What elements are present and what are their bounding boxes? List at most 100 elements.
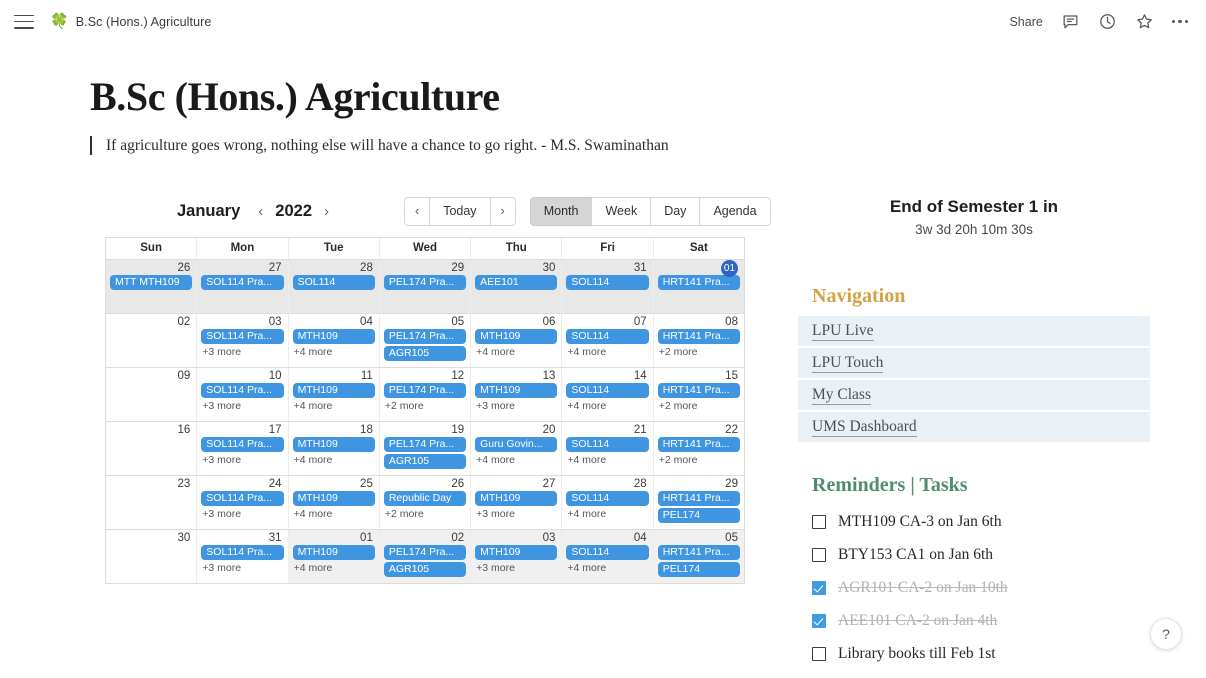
calendar-event-chip[interactable]: PEL174 bbox=[657, 508, 740, 524]
task-checkbox[interactable] bbox=[812, 613, 826, 628]
calendar-day-cell[interactable]: 24 SOL114 Pra... +3 more bbox=[197, 476, 289, 530]
more-events-link[interactable]: +3 more bbox=[201, 454, 283, 466]
calendar-day-cell[interactable]: 05 HRT141 Pra... PEL174 bbox=[653, 530, 744, 584]
calendar-event-chip[interactable]: HRT141 Pra... bbox=[657, 437, 740, 453]
calendar-event-chip[interactable]: MTH109 bbox=[475, 491, 558, 507]
calendar-day-cell[interactable]: 01 MTH109 +4 more bbox=[288, 530, 380, 584]
task-item[interactable]: BTY153 CA1 on Jan 6th bbox=[812, 538, 1150, 571]
more-events-link[interactable]: +3 more bbox=[475, 400, 557, 412]
calendar-event-chip[interactable]: MTH109 bbox=[475, 545, 558, 561]
more-events-link[interactable]: +4 more bbox=[293, 562, 375, 574]
share-button[interactable]: Share bbox=[1009, 15, 1042, 29]
site-title[interactable]: B.Sc (Hons.) Agriculture bbox=[76, 15, 212, 29]
task-checkbox[interactable] bbox=[812, 547, 826, 562]
calendar-event-chip[interactable]: HRT141 Pra... bbox=[657, 275, 740, 291]
calendar-day-cell[interactable]: 20 Guru Govin... +4 more bbox=[471, 422, 563, 476]
calendar-day-cell[interactable]: 11 MTH109 +4 more bbox=[289, 368, 380, 422]
calendar-event-chip[interactable]: PEL174 Pra... bbox=[383, 275, 467, 291]
calendar-event-chip[interactable]: HRT141 Pra... bbox=[657, 545, 740, 561]
task-checkbox[interactable] bbox=[812, 580, 826, 595]
calendar-day-cell[interactable]: 03 MTH109 +3 more bbox=[471, 530, 563, 584]
task-item[interactable]: AGR101 CA-2 on Jan 10th bbox=[812, 571, 1150, 604]
more-horizontal-icon[interactable] bbox=[1171, 19, 1188, 24]
more-events-link[interactable]: +3 more bbox=[475, 562, 557, 574]
calendar-event-chip[interactable]: SOL114 bbox=[566, 437, 649, 453]
calendar-day-cell[interactable]: 30 bbox=[106, 530, 198, 584]
hamburger-icon[interactable] bbox=[14, 14, 34, 29]
task-checkbox[interactable] bbox=[812, 514, 826, 529]
more-events-link[interactable]: +2 more bbox=[384, 508, 466, 520]
calendar-event-chip[interactable]: PEL174 Pra... bbox=[383, 545, 467, 561]
calendar-event-chip[interactable]: HRT141 Pra... bbox=[657, 383, 740, 399]
calendar-day-cell[interactable]: 03 SOL114 Pra... +3 more bbox=[197, 314, 289, 368]
calendar-day-cell[interactable]: 31 SOL114 Pra... +3 more bbox=[197, 530, 289, 584]
calendar-event-chip[interactable]: MTH109 bbox=[475, 383, 558, 399]
calendar-day-cell[interactable]: 15 HRT141 Pra... +2 more bbox=[654, 368, 744, 421]
more-events-link[interactable]: +4 more bbox=[475, 454, 557, 466]
calendar-day-cell[interactable]: 07 SOL114 +4 more bbox=[562, 314, 654, 368]
calendar-day-cell[interactable]: 22 HRT141 Pra... +2 more bbox=[654, 422, 744, 475]
calendar-day-cell[interactable]: 19 PEL174 Pra... AGR105 bbox=[380, 422, 472, 476]
calendar-day-cell[interactable]: 28 SOL114 +4 more bbox=[562, 476, 654, 530]
nav-link-lpu-touch[interactable]: LPU Touch bbox=[798, 348, 1150, 381]
more-events-link[interactable]: +3 more bbox=[201, 400, 283, 412]
more-events-link[interactable]: +2 more bbox=[384, 400, 466, 412]
calendar-event-chip[interactable]: AGR105 bbox=[383, 346, 467, 362]
more-events-link[interactable]: +4 more bbox=[293, 400, 375, 412]
more-events-link[interactable]: +3 more bbox=[201, 508, 283, 520]
calendar-day-cell[interactable]: 21 SOL114 +4 more bbox=[562, 422, 654, 476]
calendar-event-chip[interactable]: SOL114 bbox=[566, 329, 649, 345]
calendar-day-cell[interactable]: 05 PEL174 Pra... AGR105 bbox=[380, 314, 472, 368]
star-icon[interactable] bbox=[1135, 12, 1154, 31]
calendar-day-cell[interactable]: 26 MTT MTH109 bbox=[106, 260, 198, 314]
calendar-event-chip[interactable]: SOL114 bbox=[292, 275, 375, 291]
calendar-day-cell[interactable]: 25 MTH109 +4 more bbox=[289, 476, 380, 530]
calendar-day-cell[interactable]: 08 HRT141 Pra... +2 more bbox=[654, 314, 744, 367]
calendar-event-chip[interactable]: Republic Day bbox=[383, 491, 467, 507]
more-events-link[interactable]: +4 more bbox=[293, 508, 375, 520]
calendar-event-chip[interactable]: MTH109 bbox=[292, 329, 375, 345]
calendar-today-button[interactable]: Today bbox=[429, 196, 491, 226]
calendar-event-chip[interactable]: AEE101 bbox=[475, 275, 558, 291]
calendar-event-chip[interactable]: SOL114 Pra... bbox=[201, 383, 284, 399]
calendar-day-cell[interactable]: 06 MTH109 +4 more bbox=[471, 314, 563, 368]
calendar-event-chip[interactable]: MTT MTH109 bbox=[110, 275, 193, 291]
calendar-event-chip[interactable]: MTH109 bbox=[292, 491, 375, 507]
calendar-event-chip[interactable]: MTH109 bbox=[475, 329, 558, 345]
comment-icon[interactable] bbox=[1061, 12, 1080, 31]
calendar-event-chip[interactable]: SOL114 bbox=[566, 491, 649, 507]
calendar-event-chip[interactable]: SOL114 bbox=[566, 383, 649, 399]
calendar-day-cell[interactable]: 01 HRT141 Pra... bbox=[653, 260, 744, 314]
calendar-event-chip[interactable]: MTH109 bbox=[292, 437, 375, 453]
calendar-day-cell[interactable]: 23 bbox=[106, 476, 198, 530]
nav-link-my-class[interactable]: My Class bbox=[798, 380, 1150, 413]
calendar-event-chip[interactable]: Guru Govin... bbox=[475, 437, 558, 453]
prev-year-button[interactable]: ‹ bbox=[256, 203, 265, 220]
calendar-prev-button[interactable]: ‹ bbox=[404, 196, 431, 226]
nav-link-ums-dashboard[interactable]: UMS Dashboard bbox=[798, 412, 1150, 445]
calendar-day-cell[interactable]: 26 Republic Day +2 more bbox=[380, 476, 472, 530]
more-events-link[interactable]: +2 more bbox=[658, 400, 740, 412]
clock-icon[interactable] bbox=[1098, 12, 1117, 31]
calendar-event-chip[interactable]: SOL114 Pra... bbox=[201, 437, 284, 453]
more-events-link[interactable]: +2 more bbox=[658, 454, 740, 466]
calendar-event-chip[interactable]: PEL174 bbox=[657, 562, 740, 578]
tab-week[interactable]: Week bbox=[591, 196, 652, 226]
calendar-day-cell[interactable]: 16 bbox=[106, 422, 198, 476]
calendar-event-chip[interactable]: SOL114 bbox=[566, 545, 649, 561]
calendar-day-cell[interactable]: 18 MTH109 +4 more bbox=[289, 422, 380, 476]
nav-link-lpu-live[interactable]: LPU Live bbox=[798, 316, 1150, 349]
more-events-link[interactable]: +4 more bbox=[293, 454, 375, 466]
calendar-event-chip[interactable]: SOL114 Pra... bbox=[201, 491, 284, 507]
calendar-day-cell[interactable]: 29 HRT141 Pra... PEL174 bbox=[654, 476, 744, 529]
task-item[interactable]: Library books till Feb 1st bbox=[812, 637, 1150, 670]
more-events-link[interactable]: +4 more bbox=[566, 562, 648, 574]
more-events-link[interactable]: +4 more bbox=[566, 508, 648, 520]
calendar-day-cell[interactable]: 04 SOL114 +4 more bbox=[562, 530, 654, 584]
more-events-link[interactable]: +3 more bbox=[475, 508, 557, 520]
more-events-link[interactable]: +4 more bbox=[475, 346, 557, 358]
task-checkbox[interactable] bbox=[812, 646, 826, 661]
calendar-event-chip[interactable]: SOL114 Pra... bbox=[201, 329, 284, 345]
calendar-event-chip[interactable]: SOL114 Pra... bbox=[201, 545, 284, 561]
calendar-event-chip[interactable]: MTH109 bbox=[292, 545, 375, 561]
